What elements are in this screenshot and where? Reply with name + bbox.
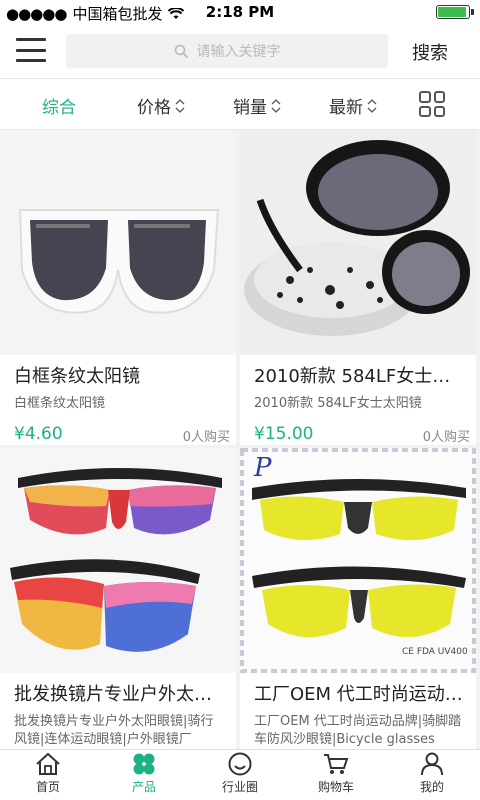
sort-sales[interactable]: 销量 — [233, 93, 281, 118]
sort-arrows-icon — [367, 98, 377, 113]
tab-industry-label: 行业圈 — [221, 780, 258, 794]
grid-view-icon[interactable] — [419, 91, 445, 117]
svg-text:P: P — [253, 453, 272, 483]
product-card[interactable]: 批发换镜片专业户外太阳眼镜 批发换镜片专业户外太阳眼镜|骑行风镜|连体运动眼镜|… — [0, 448, 236, 763]
tab-industry[interactable]: 行业圈 — [192, 750, 288, 800]
home-icon — [36, 752, 60, 775]
product-image-sport-sunglasses — [0, 448, 236, 673]
product-image-black-womens-sunglasses — [240, 130, 476, 355]
sort-comprehensive-label: 综合 — [42, 98, 76, 118]
sort-price[interactable]: 价格 — [137, 93, 185, 118]
product-title: 批发换镜片专业户外太阳眼镜 — [14, 684, 226, 705]
products-icon — [133, 753, 155, 775]
certification-mark: CE FDA UV400 — [402, 647, 468, 657]
tab-cart-label: 购物车 — [317, 780, 354, 794]
product-subtitle: 白框条纹太阳镜 — [14, 396, 106, 411]
tab-products-label: 产品 — [131, 780, 156, 794]
search-input[interactable]: 请输入关键字 — [66, 34, 388, 68]
battery-icon — [436, 5, 474, 19]
product-title: 白框条纹太阳镜 — [14, 366, 140, 387]
bottom-tab-bar: 首页 产品 行业圈 购物车 我的 — [0, 749, 480, 800]
menu-icon[interactable] — [16, 38, 46, 62]
smiley-icon — [228, 752, 252, 776]
cart-icon — [324, 754, 349, 774]
header: 请输入关键字 搜索 — [0, 24, 480, 79]
product-price: ¥4.60 — [14, 424, 63, 444]
product-price: ¥15.00 — [254, 424, 314, 444]
sort-sales-label: 销量 — [233, 98, 267, 118]
product-title: 2010新款 584LF女士太阳镜 — [254, 366, 466, 387]
product-card[interactable]: P CE FDA UV400 工厂OEM 代工时尚运动品牌 工厂OEM 代工时尚… — [240, 448, 476, 763]
sort-arrows-icon — [271, 98, 281, 113]
sort-comprehensive[interactable]: 综合 — [42, 93, 76, 118]
sort-price-label: 价格 — [137, 98, 171, 118]
tab-products[interactable]: 产品 — [96, 750, 192, 800]
sort-arrows-icon — [175, 98, 185, 113]
sort-newest-label: 最新 — [329, 98, 363, 118]
tab-home-label: 首页 — [35, 780, 60, 794]
product-image-yellow-cycling-glasses: P CE FDA UV400 — [240, 448, 476, 673]
search-placeholder: 请输入关键字 — [196, 44, 281, 60]
status-bar: ●●●●● 中国箱包批发 2:18 PM — [0, 0, 480, 24]
sort-newest[interactable]: 最新 — [329, 93, 377, 118]
tab-mine[interactable]: 我的 — [384, 750, 480, 800]
product-card[interactable]: 2010新款 584LF女士太阳镜 2010新款 584LF女士太阳镜 ¥15.… — [240, 130, 476, 445]
search-button[interactable]: 搜索 — [412, 39, 448, 65]
tab-cart[interactable]: 购物车 — [288, 750, 384, 800]
product-subtitle: 批发换镜片专业户外太阳眼镜|骑行风镜|连体运动眼镜|户外眼镜厂 — [14, 714, 214, 747]
product-subtitle: 工厂OEM 代工时尚运动品牌|骑脚踏车防风沙眼镜|Bicycle glasses — [254, 714, 462, 747]
tab-home[interactable]: 首页 — [0, 750, 96, 800]
product-title: 工厂OEM 代工时尚运动品牌 — [254, 684, 466, 705]
product-buyers: 0人购买 — [422, 430, 470, 445]
search-icon — [174, 44, 188, 58]
product-buyers: 0人购买 — [182, 430, 230, 445]
product-card[interactable]: 白框条纹太阳镜 白框条纹太阳镜 ¥4.60 0人购买 — [0, 130, 236, 445]
sort-bar: 综合 价格 销量 最新 — [0, 79, 480, 130]
tab-mine-label: 我的 — [419, 780, 444, 794]
clock: 2:18 PM — [205, 3, 275, 21]
product-image-white-sunglasses — [0, 130, 236, 355]
product-subtitle: 2010新款 584LF女士太阳镜 — [254, 396, 422, 411]
user-icon — [421, 752, 443, 776]
